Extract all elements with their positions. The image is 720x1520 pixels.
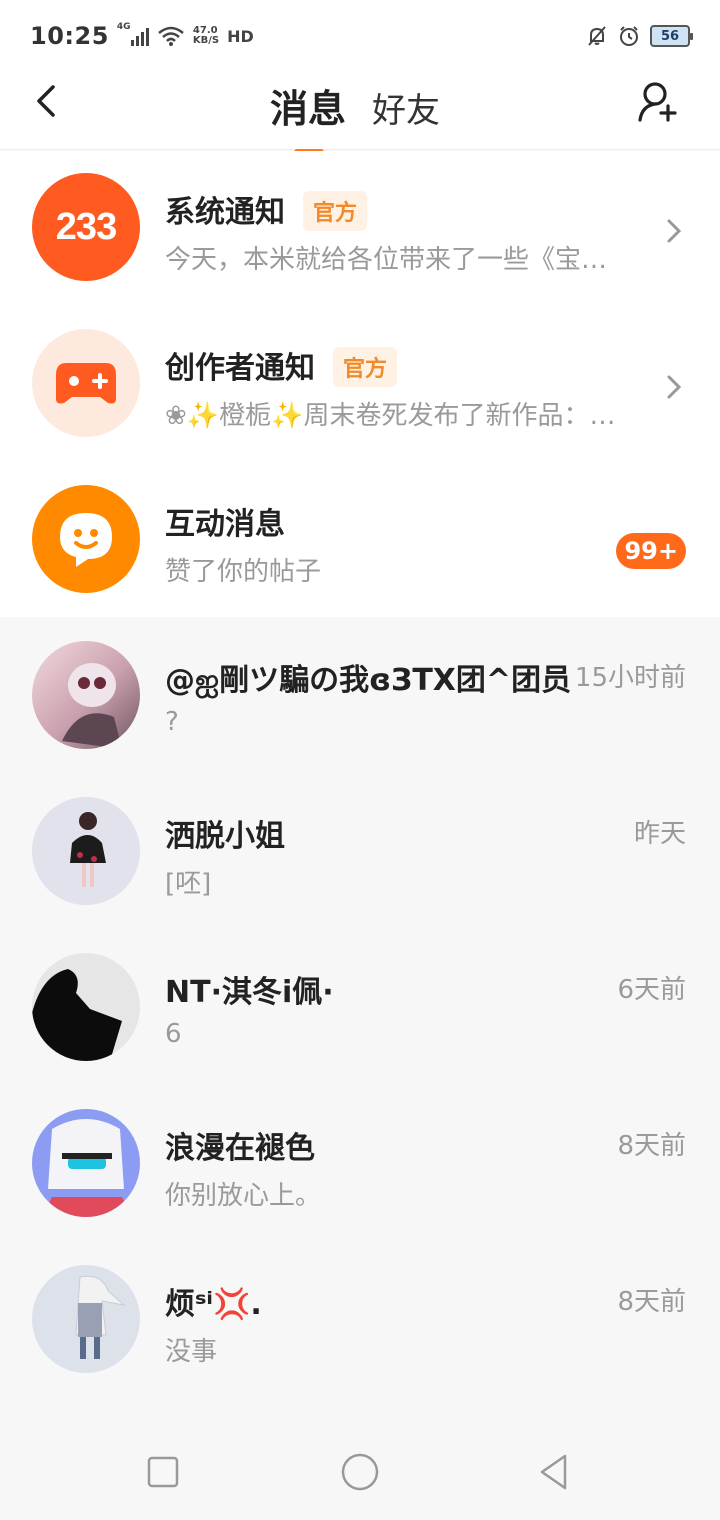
back-arrow-icon[interactable]	[30, 84, 64, 118]
chat-name: 烦ˢⁱ💢.	[165, 1287, 262, 1322]
user-avatar	[32, 797, 140, 905]
chat-row[interactable]: 浪漫在褪色 你别放心上。 8天前	[0, 1085, 720, 1241]
chat-preview: 你别放心上。	[165, 1181, 322, 1211]
wifi-icon	[158, 26, 184, 46]
gamepad-icon	[56, 363, 116, 404]
chat-row[interactable]: 烦ˢⁱ💢. 没事 8天前	[0, 1241, 720, 1397]
notification-row-system[interactable]: 233 系统通知 官方 今天，本米就给各位带来了一些《宝…	[0, 151, 720, 307]
system-nav-bar	[0, 1425, 720, 1520]
chat-preview: 6	[165, 1019, 182, 1049]
network-speed: 47.0 KB/S	[193, 26, 219, 46]
chat-preview: ?	[165, 707, 179, 737]
avatar-illustration	[62, 663, 122, 749]
status-left: 10:25 4G 47.0 KB/S HD	[30, 22, 254, 50]
recent-apps-icon[interactable]	[138, 1447, 188, 1497]
chat-row[interactable]: 洒脱小姐 [呸] 昨天	[0, 773, 720, 929]
tab-bar: 消息 好友	[270, 78, 440, 155]
chat-bubble-icon	[60, 513, 112, 567]
status-right: 56	[586, 25, 693, 47]
user-avatar	[32, 641, 140, 749]
battery-level: 56	[660, 28, 680, 44]
user-avatar	[32, 1265, 140, 1373]
official-badge: 官方	[303, 190, 368, 231]
notification-list: 233 系统通知 官方 今天，本米就给各位带来了一些《宝… 创作者通知 官方 ❀✨橙…	[0, 151, 720, 617]
notification-preview: 赞了你的帖子	[165, 557, 322, 587]
system-notice-avatar: 233	[32, 173, 140, 281]
notification-title: 互动消息	[165, 507, 285, 542]
chat-time: 昨天	[633, 819, 686, 849]
row-title: 创作者通知 官方	[165, 343, 398, 390]
avatar-illustration	[42, 1119, 132, 1217]
notification-row-creator[interactable]: 创作者通知 官方 ❀✨橙栀✨周末卷死发布了新作品：…	[0, 307, 720, 463]
app-header: 消息 好友	[0, 72, 720, 155]
chat-preview: 没事	[165, 1337, 218, 1367]
status-bar: 10:25 4G 47.0 KB/S HD 56	[0, 0, 720, 72]
battery-icon: 56	[650, 25, 693, 47]
status-time: 10:25	[30, 22, 109, 50]
tab-messages[interactable]: 消息	[270, 78, 346, 155]
hd-indicator: HD	[227, 26, 254, 46]
bell-muted-icon	[588, 26, 606, 46]
chat-name: @ஐ剛ツ騙の我ɞЗTX团^团员	[165, 663, 572, 698]
chat-time: 8天前	[617, 1131, 686, 1161]
chat-row[interactable]: @ஐ剛ツ騙の我ɞЗTX团^团员 ? 15小时前	[0, 617, 720, 773]
row-title: 系统通知 官方	[165, 187, 368, 234]
chat-list: @ஐ剛ツ騙の我ɞЗTX团^团员 ? 15小时前 洒脱小姐 [呸] 昨天 NT·淇…	[0, 617, 720, 1425]
notification-row-interaction[interactable]: 互动消息 赞了你的帖子 99+	[0, 463, 720, 619]
chat-name: 浪漫在褪色	[165, 1131, 315, 1166]
interaction-avatar	[32, 485, 140, 593]
official-badge: 官方	[333, 346, 398, 387]
home-icon[interactable]	[335, 1447, 385, 1497]
chevron-right-icon	[667, 219, 682, 243]
signal-icon: 4G	[117, 22, 149, 46]
notification-title: 系统通知	[165, 195, 285, 230]
chat-name: 洒脱小姐	[165, 819, 285, 854]
creator-notice-avatar	[32, 329, 140, 437]
avatar-logo-text: 233	[55, 205, 117, 248]
avatar-illustration	[75, 1275, 126, 1359]
avatar-illustration	[32, 969, 122, 1061]
avatar-illustration	[70, 812, 106, 887]
chat-preview: [呸]	[165, 869, 212, 899]
user-avatar	[32, 953, 140, 1061]
add-friend-icon[interactable]	[638, 80, 678, 124]
notification-preview: 今天，本米就给各位带来了一些《宝…	[165, 245, 608, 275]
unread-count-badge: 99+	[616, 533, 686, 569]
chat-row[interactable]: NT·淇冬i佩· 6 6天前	[0, 929, 720, 1085]
speed-unit: KB/S	[192, 35, 220, 46]
chat-time: 8天前	[617, 1287, 686, 1317]
notification-title: 创作者通知	[165, 351, 315, 386]
chat-time: 6天前	[617, 975, 686, 1005]
chat-name: NT·淇冬i佩·	[165, 975, 334, 1010]
user-avatar	[32, 1109, 140, 1217]
chat-time: 15小时前	[574, 663, 686, 693]
notification-preview: ❀✨橙栀✨周末卷死发布了新作品：…	[165, 401, 616, 431]
back-nav-icon[interactable]	[531, 1447, 581, 1497]
tab-friends[interactable]: 好友	[372, 83, 440, 132]
network-type: 4G	[116, 22, 131, 32]
alarm-icon	[620, 26, 638, 46]
chevron-right-icon	[667, 375, 682, 399]
